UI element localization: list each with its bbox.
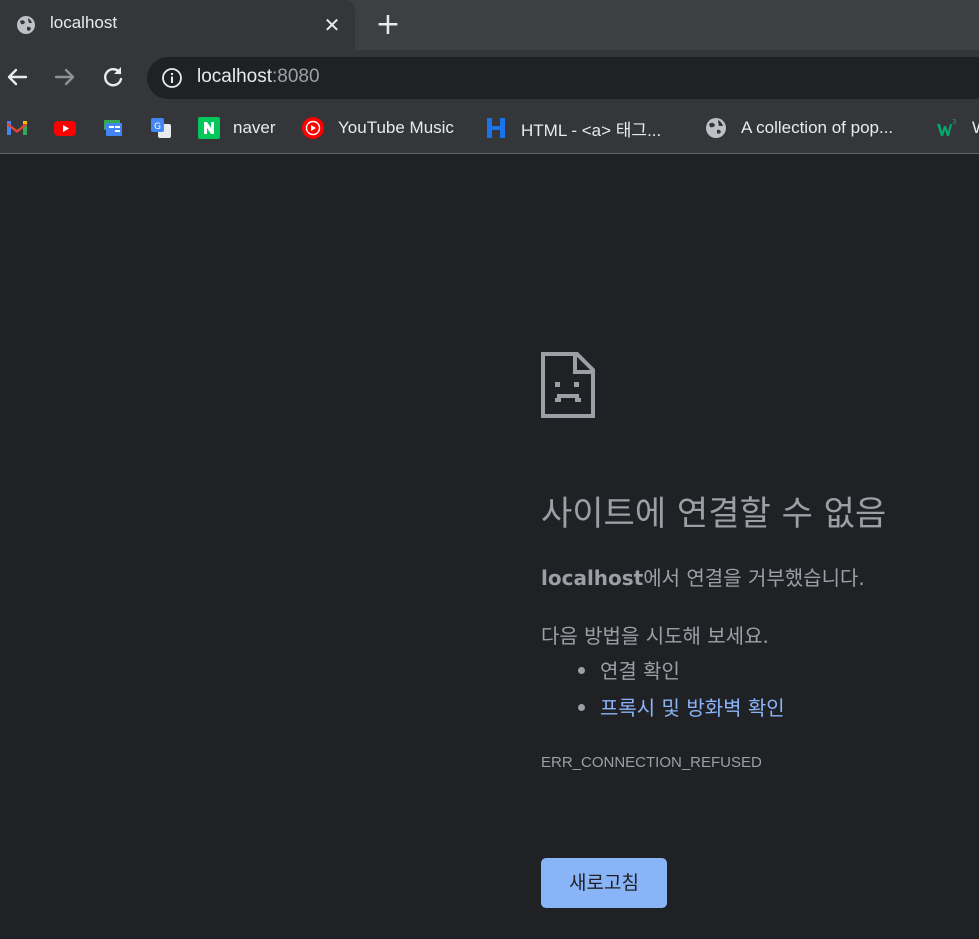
svg-text:3: 3 <box>952 118 956 126</box>
error-code: ERR_CONNECTION_REFUSED <box>541 754 762 771</box>
error-host: localhost <box>541 566 644 590</box>
suggestions-heading: 다음 방법을 시도해 보세요. <box>541 624 769 648</box>
globe-icon <box>706 118 726 138</box>
bookmark-label: YouTube Music <box>338 118 454 137</box>
bookmark-label: HTML - <a> 태그... <box>521 120 662 140</box>
bullet <box>578 704 585 711</box>
error-message: localhost에서 연결을 거부했습니다. <box>541 562 865 591</box>
bookmark-label: naver <box>233 118 276 137</box>
h-icon <box>487 118 505 138</box>
tab-title: localhost <box>50 13 118 32</box>
url-port: :8080 <box>272 66 320 87</box>
sad-page-icon <box>541 352 595 418</box>
bookmark-w3[interactable]: 3 W <box>936 116 979 140</box>
reload-icon[interactable] <box>98 62 128 92</box>
bullet <box>578 667 585 674</box>
bookmark-label: W <box>972 118 979 138</box>
url-host: localhost <box>197 66 272 87</box>
suggestion-check-proxy-firewall[interactable]: 프록시 및 방화벽 확인 <box>578 692 785 721</box>
error-message-text: 에서 연결을 거부했습니다. <box>643 566 865 590</box>
tab-strip: localhost ✕ + <box>0 0 979 50</box>
bookmark-gmail[interactable] <box>6 116 28 140</box>
close-tab-icon[interactable]: ✕ <box>320 13 344 37</box>
new-tab-button[interactable]: + <box>372 10 404 40</box>
address-bar[interactable]: localhost:8080 <box>147 57 979 99</box>
youtube-icon <box>54 121 76 136</box>
w3-icon: 3 <box>937 118 956 136</box>
suggestion-text: 연결 확인 <box>600 659 680 683</box>
bookmark-youtube[interactable] <box>54 116 76 140</box>
naver-icon <box>198 117 220 139</box>
forward-arrow-icon[interactable] <box>50 62 80 92</box>
gmail-icon <box>7 121 27 135</box>
url-text: localhost:8080 <box>197 66 320 88</box>
bookmark-label: A collection of pop... <box>741 118 894 137</box>
suggestion-link[interactable]: 프록시 및 방화벽 확인 <box>600 696 785 720</box>
tab-localhost[interactable]: localhost ✕ <box>0 0 355 50</box>
bookmark-google-translate[interactable]: G <box>150 116 172 140</box>
google-news-icon <box>104 120 122 136</box>
info-icon[interactable] <box>161 67 183 89</box>
bookmark-youtube-music[interactable]: YouTube Music <box>302 116 454 140</box>
google-translate-icon: G <box>151 118 171 138</box>
svg-text:G: G <box>154 122 161 132</box>
bookmark-collection[interactable]: A collection of pop... <box>705 116 893 140</box>
bookmark-google-news[interactable] <box>102 116 124 140</box>
youtube-music-icon <box>302 117 324 139</box>
error-title: 사이트에 연결할 수 없음 <box>541 494 887 534</box>
bookmarks-bar: G naver YouTube Music HTML - <a> 태그... A… <box>0 104 979 154</box>
globe-icon <box>17 16 35 34</box>
back-arrow-icon[interactable] <box>2 62 32 92</box>
suggestion-check-connection: 연결 확인 <box>578 655 680 684</box>
bookmark-html-a-tag[interactable]: HTML - <a> 태그... <box>485 116 661 140</box>
reload-button[interactable]: 새로고침 <box>541 858 667 908</box>
bookmark-naver[interactable]: naver <box>198 116 276 140</box>
